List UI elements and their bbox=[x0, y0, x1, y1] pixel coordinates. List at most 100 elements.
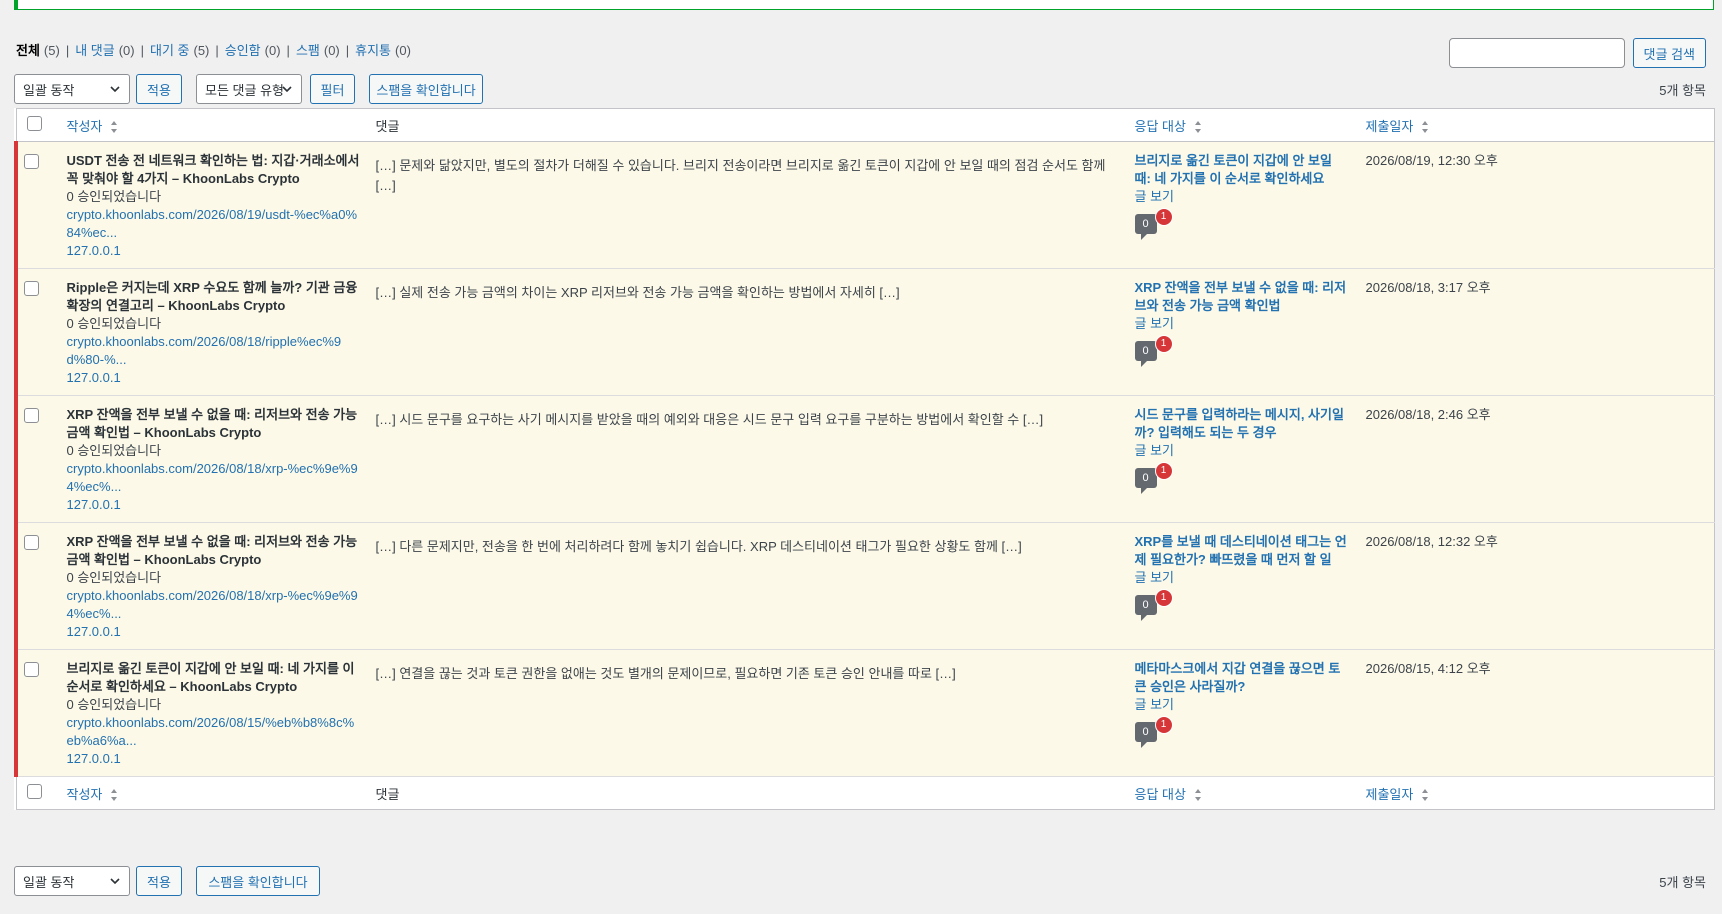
table-footer-row: 작성자 댓글 응답 대상 제출일자 bbox=[16, 776, 1715, 810]
author-column-footer[interactable]: 작성자 bbox=[67, 787, 103, 802]
filter-count: (0) bbox=[323, 43, 340, 58]
bulk-action-select-bottom[interactable]: 일괄 동작 bbox=[14, 866, 130, 896]
view-post-link[interactable]: 글 보기 bbox=[1135, 442, 1350, 460]
comment-status-filters: 전체 (5) | 내 댓글 (0) | 대기 중 (5) | 승인함 (0) | 스팸 (0) | 휴지통 (0… bbox=[16, 40, 411, 59]
author-ip-link[interactable]: 127.0.0.1 bbox=[67, 751, 121, 766]
filter-separator: | bbox=[215, 43, 219, 58]
items-count-bottom: 5개 항목 bbox=[1659, 875, 1706, 890]
submitted-date: 2026/08/18, 12:32 오후 bbox=[1365, 534, 1498, 549]
comment-text: […] 다른 문제지만, 전송을 한 번에 처리하려다 함께 놓치기 쉽습니다.… bbox=[375, 539, 1022, 554]
response-title-link[interactable]: XRP 잔액을 전부 보낼 수 없을 때: 리저브와 전송 가능 금액 확인법 bbox=[1135, 279, 1350, 315]
check-spam-button[interactable]: 스팸을 확인합니다 bbox=[369, 74, 483, 104]
table-row: Ripple은 커지는데 XRP 수요도 함께 늘까? 기관 금융 확장의 연결… bbox=[14, 268, 1715, 396]
table-row: XRP 잔액을 전부 보낼 수 없을 때: 리저브와 전송 가능 금액 확인법 … bbox=[14, 522, 1715, 650]
tablenav-bottom: 일괄 동작 적용 스팸을 확인합니다 bbox=[14, 866, 320, 896]
search-comments-button[interactable]: 댓글 검색 bbox=[1632, 38, 1706, 68]
response-title-link[interactable]: XRP를 보낼 때 데스티네이션 태그는 언제 필요한가? 빠뜨렸을 때 먼저 … bbox=[1135, 533, 1350, 569]
sort-icon bbox=[1421, 789, 1428, 802]
pending-count-badge: 1 bbox=[1154, 335, 1173, 353]
view-post-link[interactable]: 글 보기 bbox=[1135, 315, 1350, 333]
filter-button[interactable]: 필터 bbox=[310, 74, 355, 104]
approved-bubble: 0 bbox=[1134, 214, 1157, 240]
author-url-link[interactable]: crypto.khoonlabs.com/2026/08/18/xrp-%ec%… bbox=[67, 588, 358, 621]
filter-4[interactable]: 스팸 bbox=[296, 43, 320, 58]
author-title: 브리지로 옮긴 토큰이 지갑에 안 보일 때: 네 가지를 이 순서로 확인하세… bbox=[66, 661, 355, 694]
response-title-link[interactable]: 메타마스크에서 지갑 연결을 끊으면 토큰 승인은 사라질까? bbox=[1135, 660, 1350, 696]
approved-count: 0 승인되었습니다 bbox=[66, 316, 162, 331]
comment-count-bubble[interactable]: 0 1 bbox=[1134, 335, 1175, 367]
filter-3[interactable]: 승인함 bbox=[225, 43, 261, 58]
author-url-link[interactable]: crypto.khoonlabs.com/2026/08/15/%eb%b8%8… bbox=[67, 715, 355, 748]
row-checkbox[interactable] bbox=[24, 662, 39, 677]
author-url-link[interactable]: crypto.khoonlabs.com/2026/08/18/ripple%e… bbox=[67, 334, 342, 367]
comment-count-bubble[interactable]: 0 1 bbox=[1134, 208, 1175, 240]
filter-separator: | bbox=[286, 43, 290, 58]
author-url-link[interactable]: crypto.khoonlabs.com/2026/08/19/usdt-%ec… bbox=[67, 207, 358, 240]
apply-button-bottom[interactable]: 적용 bbox=[136, 866, 182, 896]
date-column-footer[interactable]: 제출일자 bbox=[1366, 787, 1414, 802]
filter-1[interactable]: 내 댓글 bbox=[75, 43, 115, 58]
row-checkbox[interactable] bbox=[24, 154, 39, 169]
approved-bubble: 0 bbox=[1134, 341, 1157, 367]
pending-count-badge: 1 bbox=[1154, 208, 1173, 226]
search-input[interactable] bbox=[1448, 38, 1625, 68]
response-title-link[interactable]: 브리지로 옮긴 토큰이 지갑에 안 보일 때: 네 가지를 이 순서로 확인하세… bbox=[1135, 152, 1350, 188]
comment-column-footer: 댓글 bbox=[375, 786, 400, 802]
row-checkbox[interactable] bbox=[24, 535, 39, 550]
table-row: USDT 전송 전 네트워크 확인하는 법: 지갑·거래소에서 꼭 맞춰야 할 … bbox=[14, 141, 1715, 269]
comment-count-bubble[interactable]: 0 1 bbox=[1134, 589, 1175, 621]
table-row: 브리지로 옮긴 토큰이 지갑에 안 보일 때: 네 가지를 이 순서로 확인하세… bbox=[14, 649, 1715, 777]
sort-icon bbox=[1194, 121, 1201, 134]
table-header-row: 작성자 댓글 응답 대상 제출일자 bbox=[16, 108, 1715, 142]
comment-text: […] 실제 전송 가능 금액의 차이는 XRP 리저브와 전송 가능 금액을 … bbox=[375, 285, 900, 300]
approved-count: 0 승인되었습니다 bbox=[66, 697, 162, 712]
author-url-link[interactable]: crypto.khoonlabs.com/2026/08/18/xrp-%ec%… bbox=[67, 461, 358, 494]
comment-type-select[interactable]: 모든 댓글 유형 bbox=[196, 74, 302, 104]
author-ip-link[interactable]: 127.0.0.1 bbox=[67, 497, 121, 512]
filter-2[interactable]: 대기 중 bbox=[150, 43, 190, 58]
author-title: USDT 전송 전 네트워크 확인하는 법: 지갑·거래소에서 꼭 맞춰야 할 … bbox=[66, 153, 360, 186]
author-ip-link[interactable]: 127.0.0.1 bbox=[67, 243, 121, 258]
sort-icon bbox=[1194, 789, 1201, 802]
submitted-date: 2026/08/15, 4:12 오후 bbox=[1365, 661, 1491, 676]
chevron-down-icon bbox=[110, 86, 120, 93]
bulk-action-label: 일괄 동작 bbox=[23, 82, 75, 98]
view-post-link[interactable]: 글 보기 bbox=[1135, 696, 1350, 714]
filter-separator: | bbox=[345, 43, 350, 58]
approved-bubble: 0 bbox=[1134, 595, 1157, 621]
row-checkbox[interactable] bbox=[24, 281, 39, 296]
view-post-link[interactable]: 글 보기 bbox=[1135, 569, 1350, 587]
comment-count-bubble[interactable]: 0 1 bbox=[1134, 716, 1175, 748]
response-column-header[interactable]: 응답 대상 bbox=[1135, 119, 1186, 134]
approved-count: 0 승인되었습니다 bbox=[66, 189, 162, 204]
sort-icon bbox=[111, 121, 118, 134]
select-all-checkbox-bottom[interactable] bbox=[26, 784, 42, 799]
view-post-link[interactable]: 글 보기 bbox=[1135, 188, 1350, 206]
filter-separator: | bbox=[65, 43, 70, 58]
author-title: XRP 잔액을 전부 보낼 수 없을 때: 리저브와 전송 가능 금액 확인법 … bbox=[66, 534, 358, 567]
approved-count: 0 승인되었습니다 bbox=[66, 570, 162, 585]
filter-5[interactable]: 휴지통 bbox=[355, 43, 391, 58]
filter-count: (5) bbox=[193, 43, 210, 58]
author-ip-link[interactable]: 127.0.0.1 bbox=[67, 624, 121, 639]
table-row: XRP 잔액을 전부 보낼 수 없을 때: 리저브와 전송 가능 금액 확인법 … bbox=[14, 395, 1715, 523]
notice-bar bbox=[14, 0, 1714, 10]
items-count-top: 5개 항목 bbox=[1659, 83, 1706, 98]
date-column-header[interactable]: 제출일자 bbox=[1366, 119, 1414, 134]
comment-text: […] 문제와 닮았지만, 별도의 절차가 더해질 수 있습니다. 브리지 전송… bbox=[375, 158, 1106, 193]
filter-count: (0) bbox=[264, 43, 281, 58]
author-ip-link[interactable]: 127.0.0.1 bbox=[67, 370, 121, 385]
check-spam-button-bottom[interactable]: 스팸을 확인합니다 bbox=[196, 866, 320, 896]
author-column-header[interactable]: 작성자 bbox=[67, 119, 103, 134]
apply-button[interactable]: 적용 bbox=[136, 74, 182, 104]
filter-0[interactable]: 전체 bbox=[16, 43, 40, 58]
chevron-down-icon bbox=[282, 86, 292, 93]
submitted-date: 2026/08/18, 3:17 오후 bbox=[1365, 280, 1491, 295]
row-checkbox[interactable] bbox=[24, 408, 39, 423]
bulk-action-select[interactable]: 일괄 동작 bbox=[14, 74, 130, 104]
sort-icon bbox=[111, 789, 118, 802]
select-all-checkbox[interactable] bbox=[26, 116, 42, 131]
response-title-link[interactable]: 시드 문구를 입력하라는 메시지, 사기일까? 입력해도 되는 두 경우 bbox=[1135, 406, 1350, 442]
response-column-footer[interactable]: 응답 대상 bbox=[1135, 787, 1186, 802]
comment-count-bubble[interactable]: 0 1 bbox=[1134, 462, 1175, 494]
